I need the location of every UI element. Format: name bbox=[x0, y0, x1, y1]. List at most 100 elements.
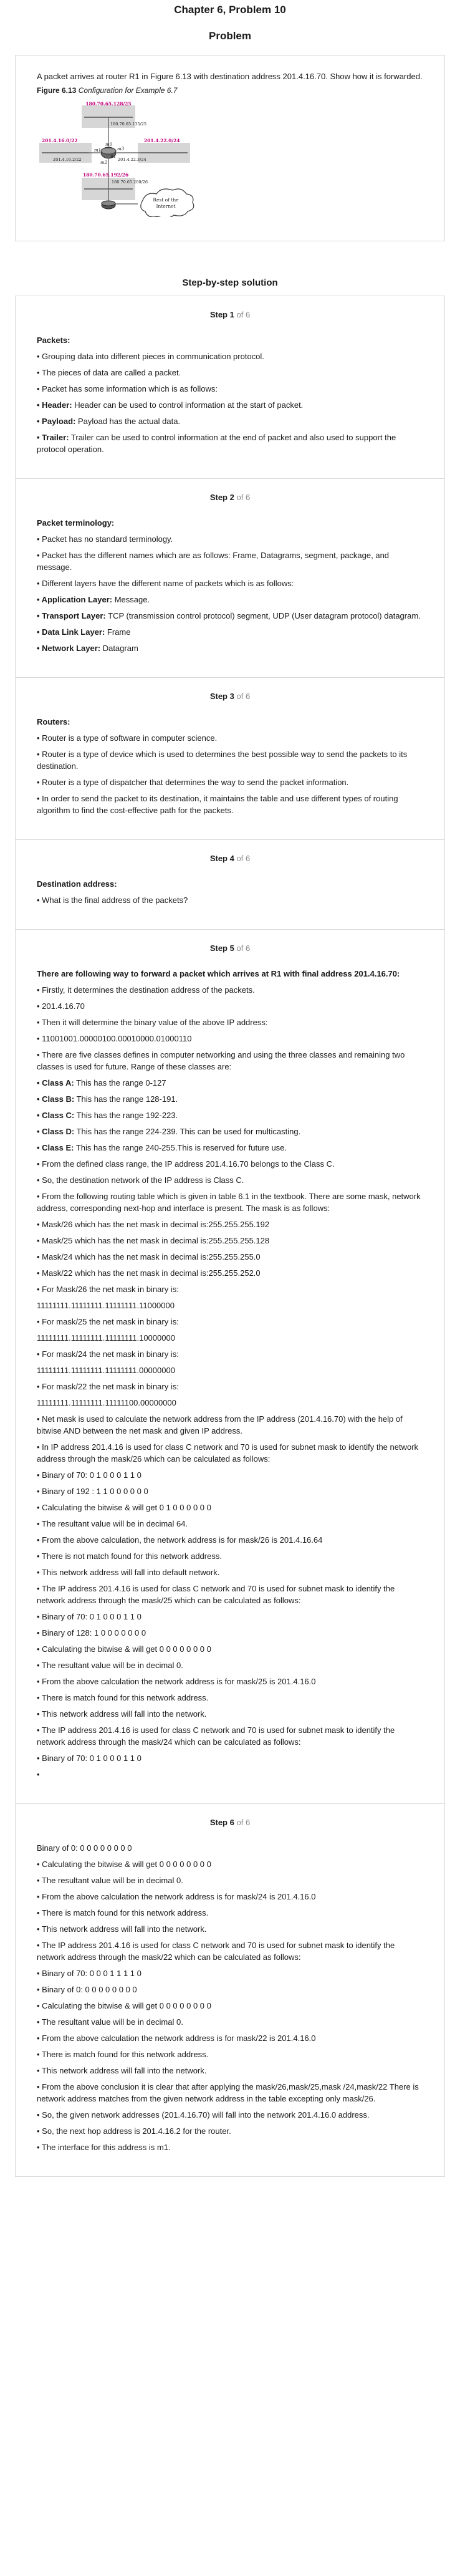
step-line-text: Datagram bbox=[100, 644, 138, 653]
step-line-text: Binary of 0: 0 0 0 0 0 0 0 0 bbox=[37, 1843, 132, 1853]
step-line-text: • There is match found for this network … bbox=[37, 1908, 209, 1918]
step-line: • The resultant value will be in decimal… bbox=[37, 1874, 423, 1886]
step-line-text: This has the range 128-191. bbox=[74, 1094, 178, 1104]
step-section-3: Step 3 of 6 Routers: • Router is a type of… bbox=[16, 677, 444, 839]
step-line: • 11001001.00000100.00010000.01000110 bbox=[37, 1033, 423, 1044]
step-line: • Binary of 70: 0 1 0 0 0 1 1 0 bbox=[37, 1611, 423, 1623]
step-line-text: • Binary of 0: 0 0 0 0 0 0 0 0 bbox=[37, 1985, 137, 1994]
step-line-term: • Trailer: bbox=[37, 433, 69, 442]
step-line: • Packet has no standard terminology. bbox=[37, 533, 423, 545]
step-of-total: of 6 bbox=[236, 493, 251, 502]
step-label: Step bbox=[209, 310, 228, 319]
step-line-text: • In IP address 201.4.16 is used for cla… bbox=[37, 1442, 419, 1464]
step-line: • From the above calculation the network… bbox=[37, 1891, 423, 1903]
step-subtitle: Destination address: bbox=[37, 879, 117, 889]
step-line: • Binary of 70: 0 1 0 0 0 1 1 0 bbox=[37, 1752, 423, 1764]
step-line: • The IP address 201.4.16 is used for cl… bbox=[37, 1724, 423, 1748]
step-line: • Mask/26 which has the net mask in deci… bbox=[37, 1218, 423, 1230]
figure-label: Figure 6.13 bbox=[37, 86, 77, 95]
step-line-text: • For mask/25 the net mask in binary is: bbox=[37, 1317, 179, 1326]
step-header: Step 1 of 6 bbox=[37, 309, 423, 321]
step-line-text: • Packet has some information which is a… bbox=[37, 384, 218, 393]
step-line-text: • Binary of 70: 0 1 0 0 0 1 1 0 bbox=[37, 1754, 141, 1763]
step-line-text: • bbox=[37, 1770, 40, 1779]
step-line: • Class B: This has the range 128-191. bbox=[37, 1093, 423, 1105]
iface-m1: m1 bbox=[94, 148, 101, 153]
step-line-text: • In order to send the packet to its des… bbox=[37, 794, 398, 815]
step-line-text: • Binary of 70: 0 1 0 0 0 1 1 0 bbox=[37, 1470, 141, 1480]
step-line: • There are five classes defines in comp… bbox=[37, 1049, 423, 1073]
step-line-text: • The resultant value will be in decimal… bbox=[37, 1661, 183, 1670]
step-line-text: Trailer can be used to control informati… bbox=[37, 433, 396, 454]
step-line: • Then it will determine the binary valu… bbox=[37, 1016, 423, 1028]
problem-heading: Problem bbox=[208, 30, 252, 42]
step-line-text: • From the above calculation the network… bbox=[37, 2033, 316, 2043]
step-header: Step 6 of 6 bbox=[37, 1816, 423, 1828]
step-line: • bbox=[37, 1768, 423, 1780]
cloud-label-1: Rest of the bbox=[153, 197, 179, 203]
step-line-text: • What is the final address of the packe… bbox=[37, 895, 188, 905]
step-line-text: • Different layers have the different na… bbox=[37, 579, 294, 588]
step-line-text: • Calculating the bitwise & will get 0 0… bbox=[37, 2001, 211, 2010]
step-line: • The resultant value will be in decimal… bbox=[37, 1659, 423, 1671]
step-line-text: • From the above calculation the network… bbox=[37, 1892, 316, 1901]
step-section-5: Step 5 of 6 There are following way to fo… bbox=[16, 929, 444, 1803]
step-line: • So, the given network addresses (201.4… bbox=[37, 2109, 423, 2121]
step-line-text: • This network address will fall into th… bbox=[37, 1709, 207, 1719]
step-line: • There is match found for this network … bbox=[37, 2048, 423, 2060]
step-line: 11111111.11111111.11111111.11000000 bbox=[37, 1300, 423, 1311]
step-line-text: • Mask/26 which has the net mask in deci… bbox=[37, 1220, 270, 1229]
problem-card: A packet arrives at router R1 in Figure … bbox=[15, 55, 445, 241]
step-line: • Trailer: Trailer can be used to contro… bbox=[37, 432, 423, 455]
step-line-term: • Application Layer: bbox=[37, 595, 113, 604]
step-line: • Header: Header can be used to control … bbox=[37, 399, 423, 411]
step-section-2: Step 2 of 6 Packet terminology: • Packet h… bbox=[16, 478, 444, 677]
step-line-text: • The IP address 201.4.16 is used for cl… bbox=[37, 1941, 395, 1962]
step-line: • From the above calculation the network… bbox=[37, 1676, 423, 1687]
step-header: Step 4 of 6 bbox=[37, 852, 423, 864]
step-line-text: • Router is a type of device which is us… bbox=[37, 750, 408, 771]
step-line-text: • 201.4.16.70 bbox=[37, 1001, 85, 1011]
step-label: Step bbox=[209, 1818, 228, 1827]
step-line: • So, the next hop address is 201.4.16.2… bbox=[37, 2125, 423, 2137]
step-line: • Firstly, it determines the destination… bbox=[37, 984, 423, 996]
step-line-text: • From the defined class range, the IP a… bbox=[37, 1159, 335, 1169]
step-line: • For mask/25 the net mask in binary is: bbox=[37, 1316, 423, 1328]
step-line-text: Header can be used to control informatio… bbox=[72, 400, 304, 410]
step-header: Step 2 of 6 bbox=[37, 491, 423, 503]
step-line-text: • For Mask/26 the net mask in binary is: bbox=[37, 1285, 179, 1294]
step-line: • Binary of 0: 0 0 0 0 0 0 0 0 bbox=[37, 1984, 423, 1995]
step-line: • From the above conclusion it is clear … bbox=[37, 2081, 423, 2105]
step-line: • This network address will fall into th… bbox=[37, 1923, 423, 1935]
step-line-term: • Data Link Layer: bbox=[37, 627, 105, 637]
step-line-text: • From the above conclusion it is clear … bbox=[37, 2082, 419, 2103]
chapter-title: Chapter 6, Problem 10 bbox=[174, 4, 286, 16]
step-line-text: This has the range 240-255.This is reser… bbox=[74, 1143, 287, 1152]
step-line-text: • Router is a type of dispatcher that de… bbox=[37, 778, 349, 787]
step-subtitle: Packets: bbox=[37, 335, 70, 345]
step-line: 11111111.11111111.11111111.10000000 bbox=[37, 1332, 423, 1344]
step-line: • Data Link Layer: Frame bbox=[37, 626, 423, 638]
step-line: • The pieces of data are called a packet… bbox=[37, 367, 423, 379]
net-left-addr: 201.4.16.2/22 bbox=[53, 157, 82, 162]
step-line: • Binary of 128: 1 0 0 0 0 0 0 0 bbox=[37, 1627, 423, 1639]
step-line: • In order to send the packet to its des… bbox=[37, 793, 423, 816]
step-line-text: Payload has the actual data. bbox=[75, 417, 181, 426]
step-line: • Class E: This has the range 240-255.Th… bbox=[37, 1142, 423, 1154]
step-line: • Router is a type of device which is us… bbox=[37, 748, 423, 772]
step-line: • Packet has some information which is a… bbox=[37, 383, 423, 395]
step-line: • For mask/24 the net mask in binary is: bbox=[37, 1348, 423, 1360]
step-line: • For mask/22 the net mask in binary is: bbox=[37, 1381, 423, 1392]
step-line: • From the above calculation the network… bbox=[37, 2032, 423, 2044]
step-label: Step bbox=[209, 493, 228, 502]
step-line-text: 11111111.11111111.11111111.00000000 bbox=[37, 1366, 175, 1375]
step-of-total: of 6 bbox=[236, 310, 251, 319]
step-line: • Mask/22 which has the net mask in deci… bbox=[37, 1267, 423, 1279]
step-line: • Transport Layer: TCP (transmission con… bbox=[37, 610, 423, 622]
step-line-term: • Network Layer: bbox=[37, 644, 101, 653]
step-line-text: • The resultant value will be in decimal… bbox=[37, 1876, 183, 1885]
step-line-term: • Class D: bbox=[37, 1127, 75, 1136]
page: Chapter 6, Problem 10 Problem A packet a… bbox=[0, 0, 460, 2184]
step-line-text: 11111111.11111111.11111100.00000000 bbox=[37, 1398, 176, 1407]
step-line: • So, the destination network of the IP … bbox=[37, 1174, 423, 1186]
